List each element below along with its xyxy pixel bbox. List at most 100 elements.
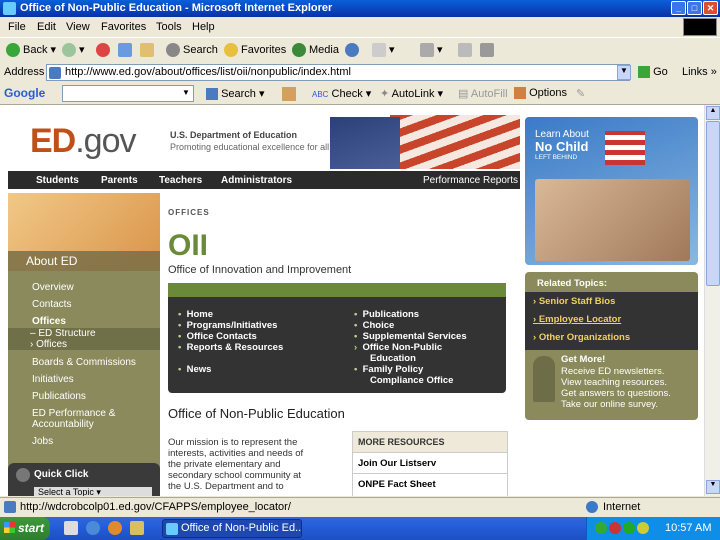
google-logo[interactable]: Google xyxy=(4,86,45,100)
nav-publications[interactable]: Publications xyxy=(32,391,86,402)
block-popups-icon[interactable] xyxy=(282,87,296,101)
topic-select[interactable]: Select a Topic ▾ xyxy=(34,487,152,496)
go-button[interactable]: Go xyxy=(638,66,668,79)
nav-performance[interactable]: ED Performance & xyxy=(32,408,115,419)
autolink-button[interactable]: ✦ AutoLink ▾ xyxy=(380,87,443,100)
menu-reports[interactable]: • Reports & Resources xyxy=(178,342,283,353)
start-button[interactable]: start xyxy=(0,517,50,540)
menu-file[interactable]: File xyxy=(8,21,26,33)
related-senior-staff[interactable]: › Senior Staff Bios xyxy=(533,296,615,307)
menu-tools[interactable]: Tools xyxy=(156,21,182,33)
close-button[interactable]: ✕ xyxy=(703,1,718,15)
get-more-teaching[interactable]: View teaching resources. xyxy=(561,377,667,388)
get-more-answers[interactable]: Get answers to questions. xyxy=(561,388,671,399)
print-button[interactable]: ▾ xyxy=(420,43,443,58)
get-more-survey[interactable]: Take our online survey. xyxy=(561,399,658,410)
pencil-icon[interactable]: ✎ xyxy=(576,87,585,100)
fact-sheet-link[interactable]: ONPE Fact Sheet xyxy=(353,473,507,494)
menu-education[interactable]: Education xyxy=(370,353,416,364)
subnav-ed-structure[interactable]: – ED Structure xyxy=(30,328,96,339)
nclb-banner[interactable]: Learn About No Child LEFT BEHIND xyxy=(525,117,698,265)
nav-performance-reports[interactable]: Performance Reports xyxy=(423,175,518,186)
forward-arrow-icon xyxy=(62,43,76,58)
refresh-button[interactable] xyxy=(118,43,135,57)
autofill-button[interactable]: ▤ AutoFill xyxy=(458,87,508,100)
menu-news[interactable]: • News xyxy=(178,364,211,375)
tray-icon-1[interactable] xyxy=(595,522,607,534)
menu-non-public[interactable]: › Office Non-Public xyxy=(354,342,442,353)
address-dropdown-button[interactable]: ▼ xyxy=(617,65,631,80)
stop-button[interactable] xyxy=(96,43,113,57)
related-other-orgs[interactable]: › Other Organizations xyxy=(533,332,630,343)
taskbar-ie-window[interactable]: Office of Non-Public Ed... xyxy=(162,519,302,538)
folder-icon[interactable] xyxy=(130,521,144,535)
back-arrow-icon xyxy=(6,43,20,58)
nav-teachers[interactable]: Teachers xyxy=(159,175,202,186)
maximize-button[interactable]: □ xyxy=(687,1,702,15)
clock[interactable]: 10:57 AM xyxy=(665,522,711,534)
show-desktop-icon[interactable] xyxy=(64,521,78,535)
menu-family-policy[interactable]: • Family Policy xyxy=(354,364,423,375)
tray-icon-3[interactable] xyxy=(623,522,635,534)
menu-office-contacts[interactable]: • Office Contacts xyxy=(178,331,257,342)
back-button[interactable]: Back ▾ xyxy=(6,43,56,58)
quick-click-box: Quick Click Select a Topic ▾ xyxy=(8,463,160,496)
nav-overview[interactable]: Overview xyxy=(32,282,74,293)
nav-boards[interactable]: Boards & Commissions xyxy=(32,357,136,368)
nav-initiatives[interactable]: Initiatives xyxy=(32,374,74,385)
nav-contacts[interactable]: Contacts xyxy=(32,299,71,310)
get-more-newsletters[interactable]: Receive ED newsletters. xyxy=(561,366,664,377)
links-button[interactable]: Links » xyxy=(682,66,717,78)
spell-check-button[interactable]: ABC Check ▾ xyxy=(312,87,371,100)
menu-publications[interactable]: • Publications xyxy=(354,309,419,320)
google-search-button[interactable]: Search ▾ xyxy=(206,87,265,101)
favorites-button[interactable]: Favorites xyxy=(224,43,286,57)
print-icon xyxy=(420,43,434,58)
history-button[interactable] xyxy=(345,43,362,57)
menu-compliance[interactable]: Compliance Office xyxy=(370,375,453,386)
tray-icon-4[interactable] xyxy=(637,522,649,534)
google-search-input[interactable] xyxy=(62,85,194,102)
discuss-button[interactable] xyxy=(480,43,497,57)
vertical-scrollbar[interactable]: ▲ ▼ xyxy=(704,105,720,496)
listserv-link[interactable]: Join Our Listserv xyxy=(353,452,507,473)
media-player-icon[interactable] xyxy=(108,521,122,535)
address-input[interactable]: http://www.ed.gov/about/offices/list/oii… xyxy=(46,64,630,81)
menu-home[interactable]: • Home xyxy=(178,309,213,320)
mail-button[interactable]: ▾ xyxy=(372,43,395,58)
menu-edit[interactable]: Edit xyxy=(37,21,56,33)
scroll-thumb[interactable] xyxy=(706,121,720,286)
subnav-offices[interactable]: › Offices xyxy=(30,339,67,350)
office-menu: • Home • Programs/Initiatives • Office C… xyxy=(168,283,506,393)
mail-icon xyxy=(372,43,386,58)
google-dropdown-icon[interactable]: ▼ xyxy=(182,88,190,97)
nav-administrators[interactable]: Administrators xyxy=(221,175,292,186)
menu-supplemental[interactable]: • Supplemental Services xyxy=(354,331,467,342)
nav-students[interactable]: Students xyxy=(36,175,79,186)
edit-button[interactable] xyxy=(458,43,475,57)
menu-choice[interactable]: • Choice xyxy=(354,320,394,331)
top-nav: Students Parents Teachers Administrators… xyxy=(8,171,520,189)
tray-icon-2[interactable] xyxy=(609,522,621,534)
scroll-up-button[interactable]: ▲ xyxy=(706,106,720,120)
ed-logo[interactable]: ED.gov xyxy=(30,122,137,161)
menu-help[interactable]: Help xyxy=(192,21,215,33)
media-button[interactable]: Media xyxy=(292,43,339,57)
search-button[interactable]: Search xyxy=(166,43,218,57)
forward-button[interactable]: ▾ xyxy=(62,43,85,58)
home-button[interactable] xyxy=(140,43,157,57)
menu-favorites[interactable]: Favorites xyxy=(101,21,146,33)
menu-bar: File Edit View Favorites Tools Help xyxy=(0,17,720,37)
menu-view[interactable]: View xyxy=(66,21,90,33)
related-title: Related Topics: xyxy=(537,278,608,289)
nav-parents[interactable]: Parents xyxy=(101,175,138,186)
minimize-button[interactable]: _ xyxy=(671,1,686,15)
options-button[interactable]: Options xyxy=(514,87,567,100)
nav-offices[interactable]: Offices xyxy=(32,316,66,327)
ie-quicklaunch-icon[interactable] xyxy=(86,521,100,535)
scroll-down-button[interactable]: ▼ xyxy=(706,480,720,494)
related-employee-locator[interactable]: › Employee Locator xyxy=(533,314,621,325)
nav-accountability[interactable]: Accountability xyxy=(32,419,94,430)
nav-jobs[interactable]: Jobs xyxy=(32,436,53,447)
menu-programs[interactable]: • Programs/Initiatives xyxy=(178,320,277,331)
